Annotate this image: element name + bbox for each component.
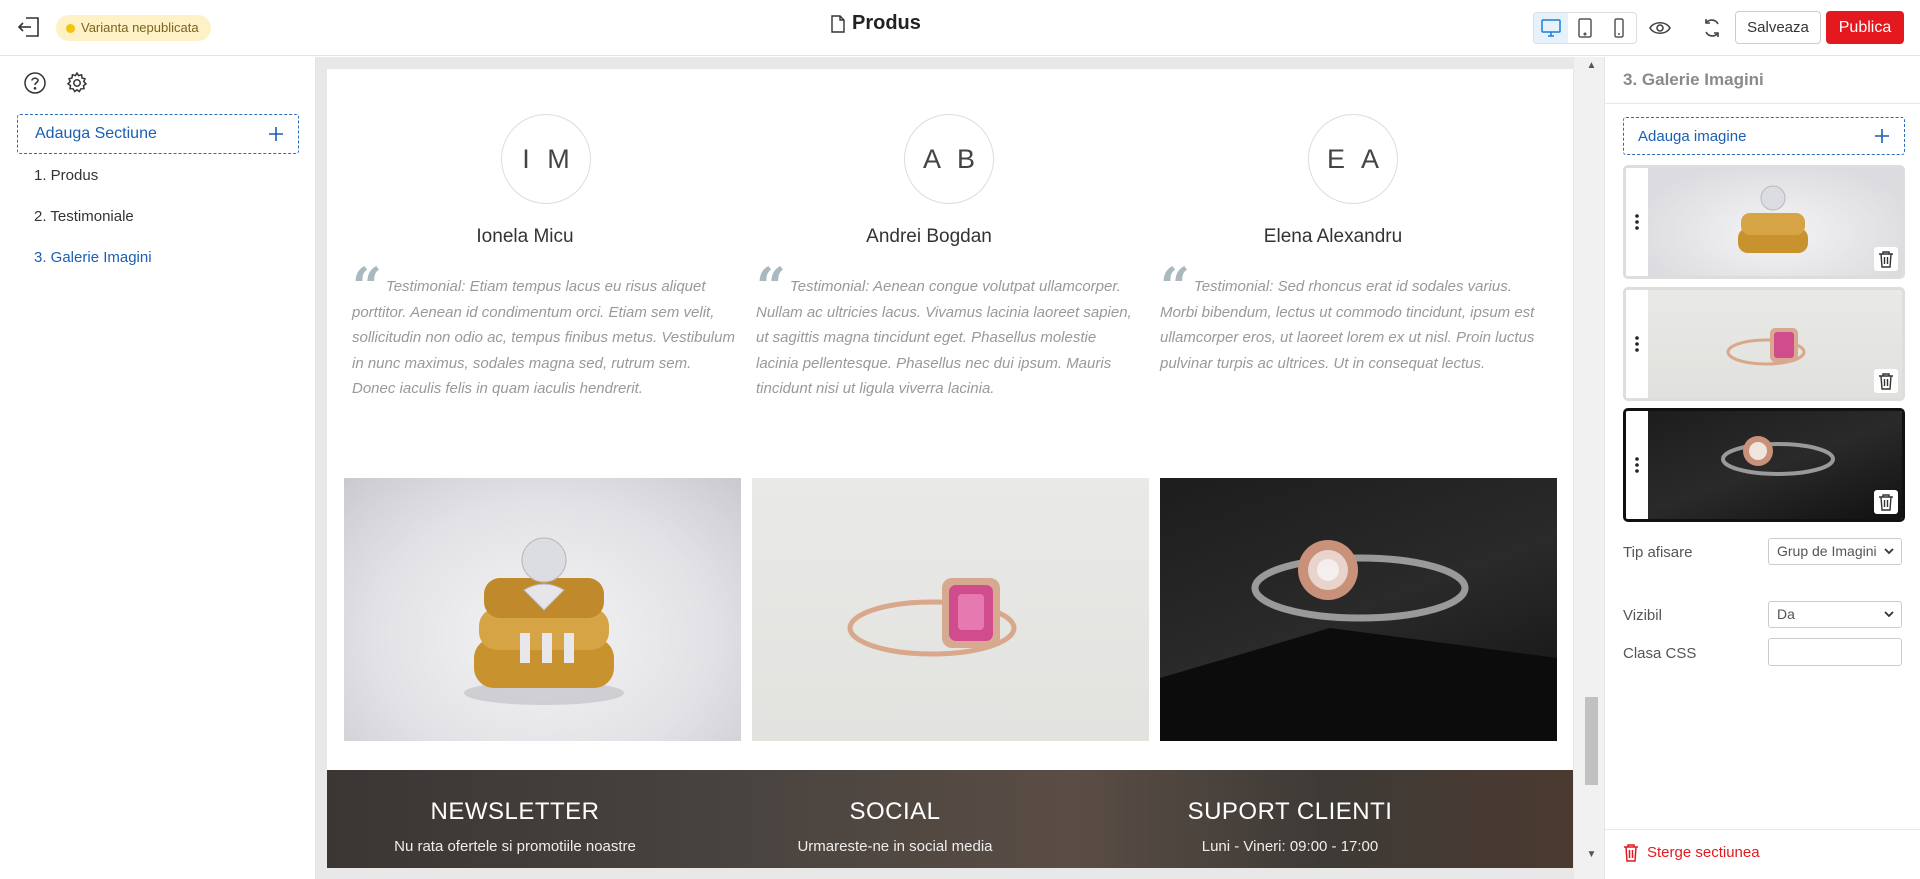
testimonial-text: “Testimonial: Sed rhoncus erat id sodale…	[1160, 257, 1535, 372]
preview-eye-icon[interactable]	[1646, 14, 1674, 42]
divider	[1605, 103, 1920, 104]
thumbnail-image	[1648, 411, 1902, 519]
footer-social-text: Urmareste-ne in social media	[797, 838, 993, 855]
gallery-image-diamond-ring[interactable]	[1160, 478, 1557, 741]
footer-newsletter: NEWSLETTER Nu rata ofertele si promotiil…	[365, 798, 665, 855]
scroll-up-icon[interactable]: ▲	[1585, 60, 1598, 74]
trash-icon[interactable]	[1874, 369, 1898, 393]
add-image-label: Adauga imagine	[1638, 127, 1747, 145]
status-dot-icon	[66, 23, 75, 33]
scrollbar-thumb[interactable]	[1585, 697, 1598, 785]
image-thumbnail-card[interactable]	[1623, 287, 1905, 401]
css-class-label: Clasa CSS	[1623, 645, 1697, 662]
footer-support-text: Luni - Vineri: 09:00 - 17:00	[1201, 838, 1379, 855]
tablet-view-icon[interactable]	[1568, 13, 1602, 43]
delete-section-label: Sterge sectiunea	[1647, 844, 1760, 861]
trash-icon[interactable]	[1874, 247, 1898, 271]
status-badge: Varianta nepublicata	[56, 15, 211, 41]
preview-scrollbar[interactable]: ▲ ▼	[1574, 57, 1604, 879]
scroll-down-icon[interactable]: ▼	[1585, 849, 1598, 863]
footer-support: SUPORT CLIENTI Luni - Vineri: 09:00 - 17…	[1140, 798, 1440, 855]
quote-icon: “	[756, 257, 786, 318]
plus-icon	[269, 127, 283, 141]
chevron-down-icon	[1884, 548, 1894, 555]
delete-section-button[interactable]: Sterge sectiunea	[1623, 843, 1760, 862]
testimonial-text: “Testimonial: Etiam tempus lacus eu risu…	[352, 257, 735, 398]
display-type-label: Tip afisare	[1623, 544, 1693, 561]
page-title-text: Produs	[852, 12, 921, 34]
settings-gear-icon[interactable]	[65, 71, 91, 97]
document-icon	[831, 14, 845, 33]
testimonial-name: Ionela Micu	[476, 226, 574, 247]
avatar: A B	[904, 114, 994, 204]
desktop-view-icon[interactable]	[1534, 13, 1568, 43]
display-type-select[interactable]: Grup de Imagini	[1768, 538, 1902, 565]
page-preview: I M Ionela Micu “Testimonial: Etiam temp…	[327, 69, 1573, 868]
footer-support-title: SUPORT CLIENTI	[1187, 798, 1393, 825]
properties-title: 3. Galerie Imagini	[1623, 70, 1764, 89]
plus-icon	[1875, 129, 1889, 143]
add-section-label: Adauga Sectiune	[35, 125, 157, 142]
drag-handle-icon[interactable]	[1626, 411, 1648, 519]
drag-handle-icon[interactable]	[1626, 290, 1648, 398]
device-switcher	[1533, 12, 1637, 44]
trash-icon	[1624, 844, 1638, 862]
section-item-produs[interactable]: 1. Produs	[34, 166, 152, 207]
thumbnail-image	[1648, 290, 1902, 398]
footer-social: SOCIAL Urmareste-ne in social media	[745, 798, 1045, 855]
section-list: 1. Produs 2. Testimoniale 3. Galerie Ima…	[34, 166, 152, 289]
avatar: E A	[1308, 114, 1398, 204]
site-footer: NEWSLETTER Nu rata ofertele si promotiil…	[327, 770, 1573, 868]
drag-handle-icon[interactable]	[1626, 168, 1648, 276]
chevron-down-icon	[1884, 611, 1894, 618]
quote-icon: “	[1160, 257, 1190, 318]
visible-select[interactable]: Da	[1768, 601, 1902, 628]
status-badge-label: Varianta nepublicata	[81, 20, 199, 35]
footer-newsletter-title: NEWSLETTER	[430, 798, 600, 825]
properties-panel: 3. Galerie Imagini Adauga imagine Tip af…	[1604, 57, 1920, 879]
visible-value: Da	[1777, 606, 1795, 622]
add-section-button[interactable]: Adauga Sectiune	[17, 114, 299, 154]
testimonial-text: “Testimonial: Aenean congue volutpat ull…	[756, 257, 1132, 398]
exit-icon[interactable]	[16, 14, 42, 40]
quote-icon: “	[352, 257, 382, 318]
preview-area: I M Ionela Micu “Testimonial: Etiam temp…	[316, 57, 1604, 879]
css-class-input[interactable]	[1768, 638, 1902, 666]
save-button[interactable]: Salveaza	[1735, 11, 1821, 44]
top-bar: Varianta nepublicata Produs Salveaza Pub…	[0, 0, 1920, 56]
testimonial-name: Elena Alexandru	[1263, 226, 1403, 247]
avatar: I M	[501, 114, 591, 204]
image-thumbnail-card[interactable]	[1623, 165, 1905, 279]
gallery-image-gold-rings[interactable]	[344, 478, 741, 741]
sections-panel: Adauga Sectiune 1. Produs 2. Testimonial…	[0, 57, 316, 879]
page-title: Produs	[830, 12, 921, 35]
footer-newsletter-text: Nu rata ofertele si promotiile noastre	[394, 838, 636, 855]
gallery-image-pink-ring[interactable]	[752, 478, 1149, 741]
image-thumbnail-card[interactable]	[1623, 408, 1905, 522]
section-item-testimoniale[interactable]: 2. Testimoniale	[34, 207, 152, 248]
display-type-value: Grup de Imagini	[1777, 543, 1877, 559]
mobile-view-icon[interactable]	[1602, 13, 1636, 43]
visible-label: Vizibil	[1623, 607, 1662, 624]
divider	[1605, 829, 1920, 830]
refresh-icon[interactable]	[1698, 14, 1726, 42]
thumbnail-image	[1648, 168, 1902, 276]
footer-social-title: SOCIAL	[849, 798, 941, 825]
trash-icon[interactable]	[1874, 490, 1898, 514]
add-image-button[interactable]: Adauga imagine	[1623, 117, 1905, 155]
publish-button[interactable]: Publica	[1826, 11, 1904, 44]
testimonial-name: Andrei Bogdan	[866, 226, 992, 247]
section-item-galerie-imagini[interactable]: 3. Galerie Imagini	[34, 248, 152, 289]
help-icon[interactable]	[23, 71, 49, 97]
